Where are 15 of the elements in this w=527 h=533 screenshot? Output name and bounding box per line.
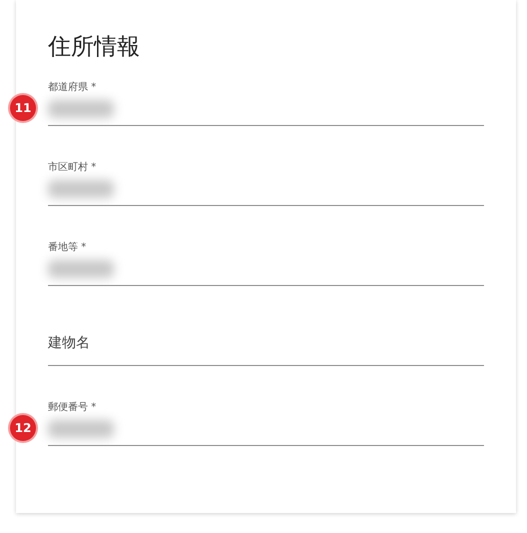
redacted-value	[48, 100, 114, 118]
field-label: 郵便番号 *	[48, 401, 96, 415]
step-badge: 11	[10, 95, 36, 121]
section-title: 住所情報	[48, 33, 141, 62]
step-badge: 12	[10, 415, 36, 441]
text-field[interactable]: 建物名	[48, 321, 484, 366]
field-label: 都道府県 *	[48, 81, 96, 95]
redacted-value	[48, 180, 114, 198]
field-label: 番地等 *	[48, 241, 86, 255]
text-field[interactable]: 市区町村 *	[48, 161, 484, 206]
redacted-value	[48, 260, 114, 278]
field-label: 市区町村 *	[48, 161, 96, 175]
redacted-value	[48, 420, 114, 438]
field-label: 建物名	[48, 334, 90, 353]
text-field[interactable]: 番地等 *	[48, 241, 484, 286]
